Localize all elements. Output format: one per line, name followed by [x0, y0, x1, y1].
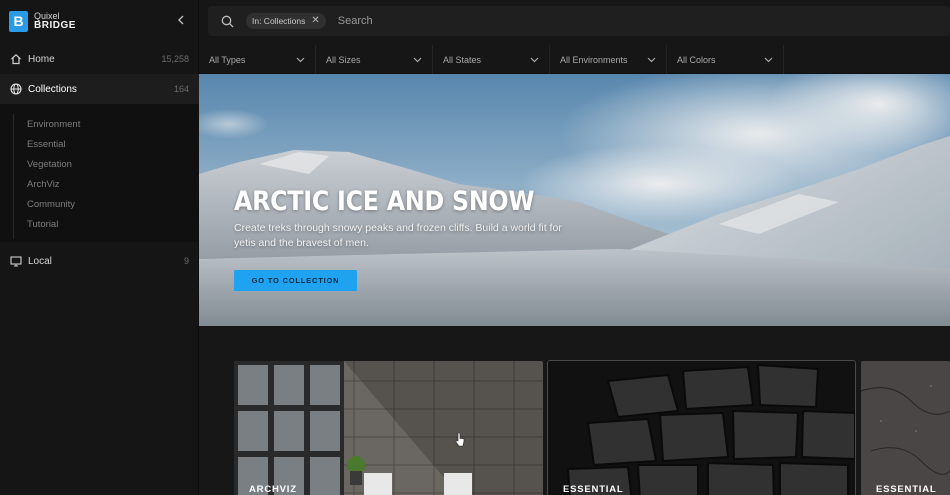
filter-label: All Sizes	[326, 54, 361, 65]
archviz-thumbnail-image	[234, 361, 543, 495]
essential-stone-thumbnail-image	[548, 361, 855, 495]
filter-label: All Environments	[560, 54, 628, 65]
brand-line-2: BRIDGE	[34, 20, 76, 31]
filter-label: All Colors	[677, 54, 716, 65]
filter-environment-dropdown[interactable]: All Environments	[550, 45, 667, 74]
collection-card-archviz[interactable]: ARCHVIZ	[234, 361, 543, 495]
sidebar-item-local[interactable]: Local 9	[0, 246, 199, 276]
subnav-divider	[13, 114, 14, 239]
filter-type-dropdown[interactable]: All Types	[199, 45, 316, 74]
card-label: ESSENTIAL	[563, 484, 624, 495]
chevron-down-icon	[413, 57, 422, 62]
sidebar-item-label: Home	[28, 53, 55, 65]
bridge-logo-icon: B	[9, 10, 28, 32]
subnav-item-tutorial[interactable]: Tutorial	[27, 219, 58, 230]
sidebar-item-count: 9	[183, 256, 189, 266]
search-filter-chip[interactable]: In: Collections ✕	[246, 13, 326, 29]
search-input[interactable]	[337, 10, 950, 32]
sidebar: B Quixel BRIDGE Home 15,258 Collections …	[0, 0, 199, 495]
monitor-icon	[9, 255, 22, 268]
collection-card-essential-2[interactable]: ESSENTIAL	[861, 361, 950, 495]
chip-label: In: Collections	[252, 16, 306, 26]
home-icon	[9, 53, 22, 66]
globe-icon	[9, 83, 22, 96]
chevron-down-icon	[647, 57, 656, 62]
subnav-item-essential[interactable]: Essential	[27, 139, 66, 150]
hero-description: Create treks through snowy peaks and fro…	[234, 222, 562, 249]
sidebar-item-label: Local	[28, 255, 52, 267]
subnav-item-vegetation[interactable]: Vegetation	[27, 159, 72, 170]
sidebar-item-count: 164	[173, 84, 189, 94]
hero-title: ARCTIC ICE AND SNOW	[234, 186, 535, 217]
filter-state-dropdown[interactable]: All States	[433, 45, 550, 74]
brand-logo[interactable]: B Quixel BRIDGE	[9, 10, 76, 32]
essential-asphalt-thumbnail-image	[861, 361, 950, 495]
card-label: ARCHVIZ	[249, 484, 297, 495]
subnav-item-environment[interactable]: Environment	[27, 119, 80, 130]
filter-label: All Types	[209, 54, 246, 65]
collections-grid: ARCHVIZ ESSENTIAL ESSENTIAL	[199, 326, 950, 495]
search-icon[interactable]	[221, 15, 234, 28]
go-to-collection-button[interactable]: GO TO COLLECTION	[234, 270, 357, 291]
chevron-left-icon	[178, 15, 184, 25]
sidebar-item-home[interactable]: Home 15,258	[0, 44, 199, 74]
mouse-cursor-icon	[455, 432, 465, 447]
sidebar-item-collections[interactable]: Collections 164	[0, 74, 199, 104]
subnav-item-archviz[interactable]: ArchViz	[27, 179, 60, 190]
collections-subnav: Environment Essential Vegetation ArchViz…	[0, 104, 199, 242]
sidebar-item-label: Collections	[28, 83, 77, 95]
subnav-item-community[interactable]: Community	[27, 199, 75, 210]
filter-size-dropdown[interactable]: All Sizes	[316, 45, 433, 74]
filter-label: All States	[443, 54, 482, 65]
search-bar: In: Collections ✕	[208, 6, 950, 36]
brand-name: Quixel BRIDGE	[34, 12, 76, 31]
filter-bar: All Types All Sizes All States All Envir…	[199, 45, 950, 74]
card-label: ESSENTIAL	[876, 484, 937, 495]
collapse-sidebar-button[interactable]	[174, 12, 188, 28]
sidebar-item-count: 15,258	[161, 54, 189, 64]
chevron-down-icon	[296, 57, 305, 62]
chevron-down-icon	[530, 57, 539, 62]
collection-card-essential[interactable]: ESSENTIAL	[547, 360, 856, 495]
hero-banner: ARCTIC ICE AND SNOW Create treks through…	[199, 74, 950, 326]
close-icon[interactable]: ✕	[311, 16, 319, 26]
chevron-down-icon	[764, 57, 773, 62]
filter-color-dropdown[interactable]: All Colors	[667, 45, 784, 74]
